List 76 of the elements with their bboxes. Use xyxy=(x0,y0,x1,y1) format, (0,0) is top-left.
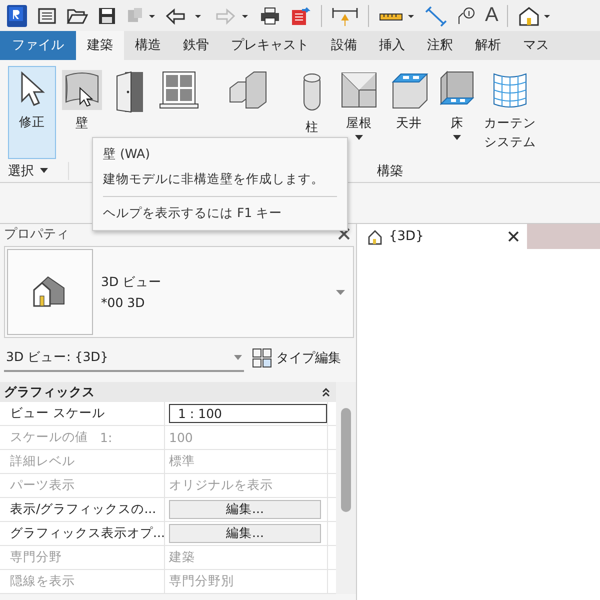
tool-label: 壁 xyxy=(76,114,88,132)
ribbon-tool-button[interactable]: 柱 xyxy=(292,66,332,137)
dropdown-caret-icon[interactable] xyxy=(40,168,48,173)
ribbon-tab[interactable]: 構造 xyxy=(124,31,172,60)
property-label: パーツ表示 xyxy=(10,477,75,494)
ribbon-tool-button[interactable]: カーテンシステム xyxy=(482,66,538,152)
ribbon-tab[interactable]: 鉄骨 xyxy=(172,31,220,60)
property-value: 建築 xyxy=(169,549,195,566)
property-label: 表示/グラフィックスの... xyxy=(10,501,156,518)
ribbon-tab[interactable]: 建築 xyxy=(76,31,124,60)
roof-icon xyxy=(339,70,379,110)
ribbon-tool-button[interactable]: 天井 xyxy=(386,66,432,133)
tooltip-title: 壁 (WA) xyxy=(103,146,151,163)
dropdown-caret-icon xyxy=(336,290,345,294)
home-icon xyxy=(367,228,383,244)
edit-button[interactable]: 編集... xyxy=(169,524,321,543)
ribbon-tool-button[interactable]: 床 xyxy=(434,66,480,140)
view-tab[interactable]: {3D} xyxy=(357,224,527,249)
save-icon[interactable] xyxy=(97,6,117,26)
tooltip-description: 建物モデルに非構造壁を作成します。 xyxy=(103,171,325,188)
type-subname: *00 3D xyxy=(101,295,146,310)
tag-icon[interactable] xyxy=(456,6,476,26)
close-icon[interactable] xyxy=(338,228,350,240)
ribbon-tab[interactable]: 注釈 xyxy=(416,31,464,60)
property-label: ビュー スケール xyxy=(10,405,105,422)
instance-selector[interactable]: 3D ビュー: {3D} xyxy=(4,344,244,372)
aligned-dimension-icon[interactable] xyxy=(425,4,447,26)
cursor-icon xyxy=(19,71,45,109)
edit-button[interactable]: 編集... xyxy=(169,500,321,519)
dropdown-caret-icon xyxy=(234,354,242,360)
property-label: 専門分野 xyxy=(10,549,62,566)
ribbon-tab[interactable]: マス xyxy=(512,31,560,60)
property-label: 詳細レベル xyxy=(10,453,75,470)
property-value: 標準 xyxy=(169,453,195,470)
ribbon-tool-button[interactable]: 壁 xyxy=(58,66,106,133)
property-value: オリジナルを表示 xyxy=(169,477,273,494)
scrollbar[interactable] xyxy=(336,382,356,594)
type-name: 3D ビュー xyxy=(101,274,163,291)
property-value: 専門分野別 xyxy=(169,573,234,590)
property-value-field[interactable]: 1 : 100 xyxy=(169,404,327,423)
property-unit: 1: xyxy=(100,430,112,445)
export-icon[interactable] xyxy=(290,4,312,26)
window-icon xyxy=(159,70,199,110)
curved-wall-icon xyxy=(62,70,102,110)
view-tab-title: {3D} xyxy=(389,229,424,244)
tool-label: 修正 xyxy=(19,113,45,131)
property-label: スケールの値 xyxy=(10,429,88,446)
panel-title: 構築 xyxy=(377,162,403,180)
panel-title: プロパティ xyxy=(4,226,69,243)
type-selector[interactable]: 3D ビュー *00 3D xyxy=(4,246,354,338)
ribbon-tab[interactable]: 挿入 xyxy=(368,31,416,60)
undo-icon[interactable] xyxy=(165,6,203,26)
property-value: 100 xyxy=(169,430,193,445)
tool-label: 柱 xyxy=(306,118,318,136)
collapse-icon[interactable] xyxy=(322,388,330,396)
ribbon-tool-button[interactable]: 屋根 xyxy=(334,66,384,140)
tooltip-help: ヘルプを表示するには F1 キー xyxy=(103,205,284,222)
property-label: 隠線を表示 xyxy=(10,573,75,590)
tool-label: カーテンシステム xyxy=(483,114,537,151)
tool-label: 屋根 xyxy=(346,114,372,132)
ribbon-tool-button[interactable]: 修正 xyxy=(8,66,56,159)
tool-label: 床 xyxy=(450,114,464,132)
edit-type-icon xyxy=(252,348,272,368)
close-icon[interactable] xyxy=(508,231,519,242)
properties-icon[interactable] xyxy=(37,6,57,26)
panel-title[interactable]: 選択 xyxy=(8,162,34,180)
print-icon[interactable] xyxy=(259,6,281,26)
tool-label: 天井 xyxy=(396,114,422,132)
app-logo-icon[interactable] xyxy=(6,4,28,28)
ribbon-tab[interactable]: 解析 xyxy=(464,31,512,60)
property-label: グラフィックス表示オプ... xyxy=(10,525,165,542)
edit-type-button[interactable]: タイプ編集 xyxy=(244,348,341,368)
ribbon-tab[interactable]: 設備 xyxy=(320,31,368,60)
ribbon-tab[interactable]: プレキャスト xyxy=(220,31,320,60)
ribbon-tab[interactable]: ファイル xyxy=(0,31,76,60)
text-tool-glyph[interactable]: A xyxy=(485,4,498,27)
